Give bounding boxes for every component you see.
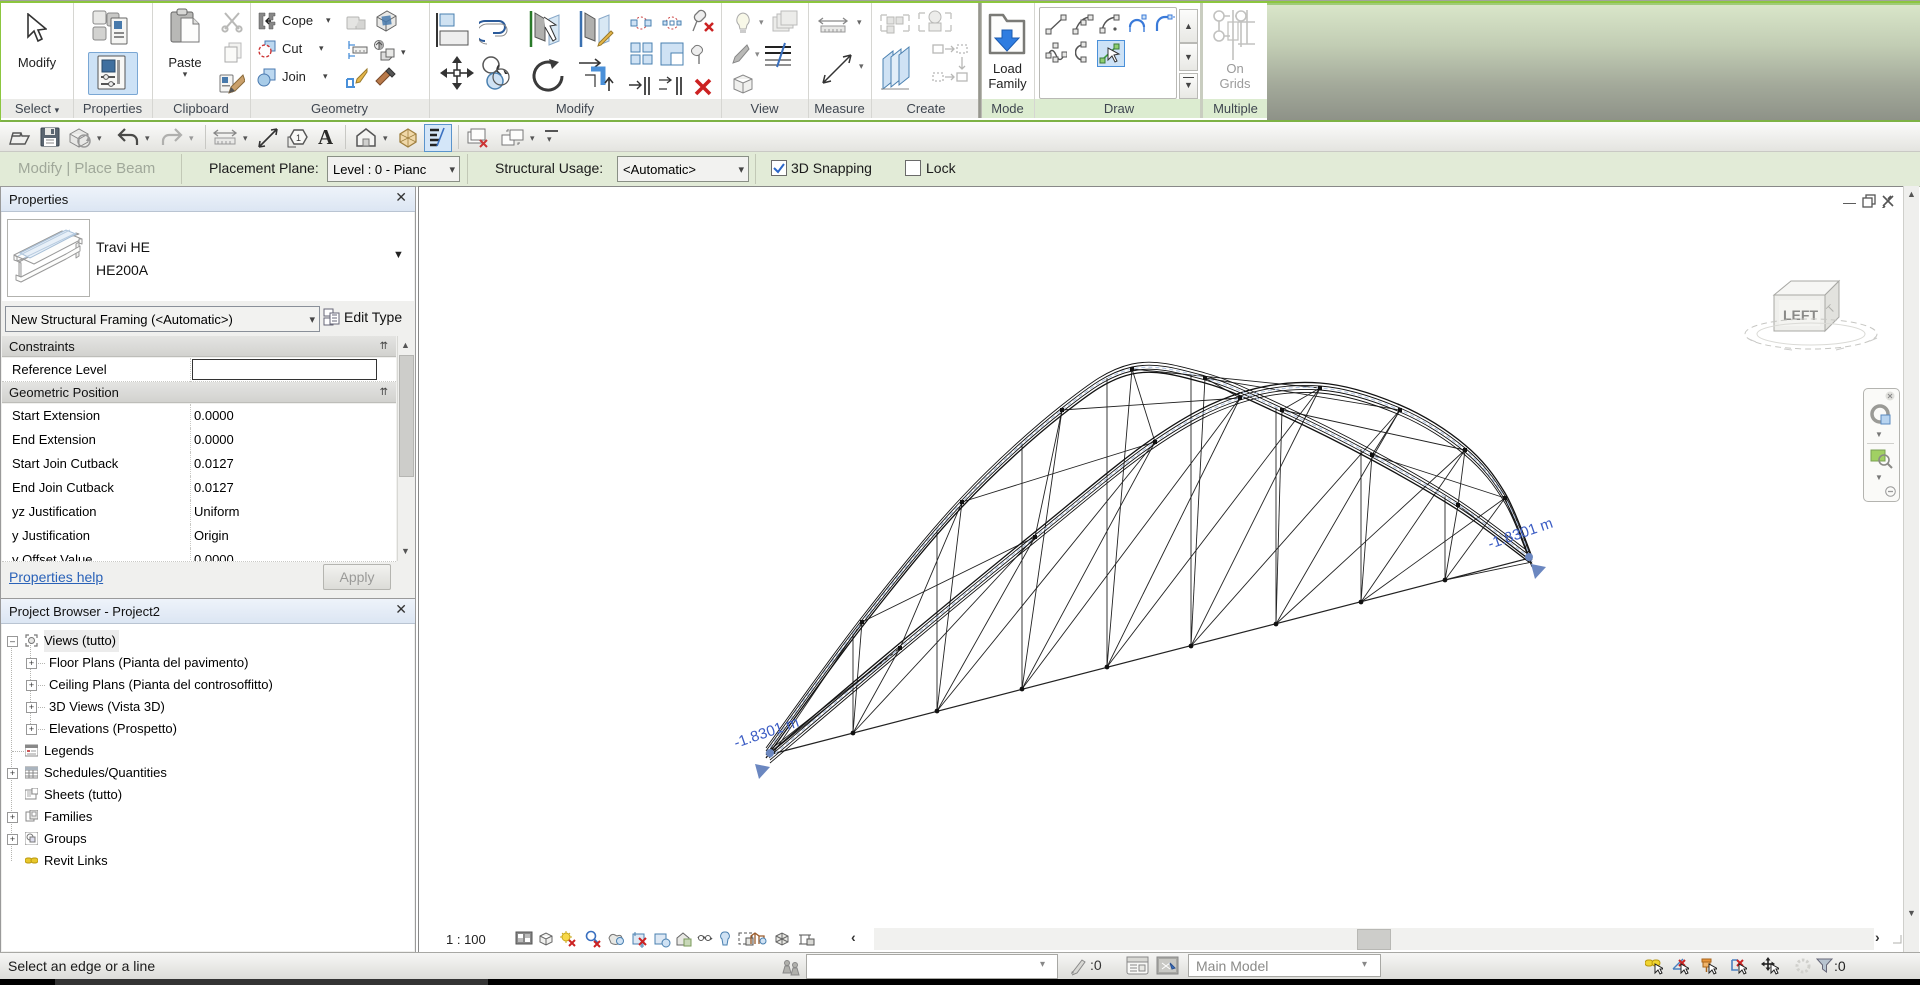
- svg-text:-1.8301 m: -1.8301 m: [1486, 515, 1555, 553]
- svg-text:-1.8301 m: -1.8301 m: [732, 714, 801, 752]
- svg-text:1: 1: [296, 133, 301, 143]
